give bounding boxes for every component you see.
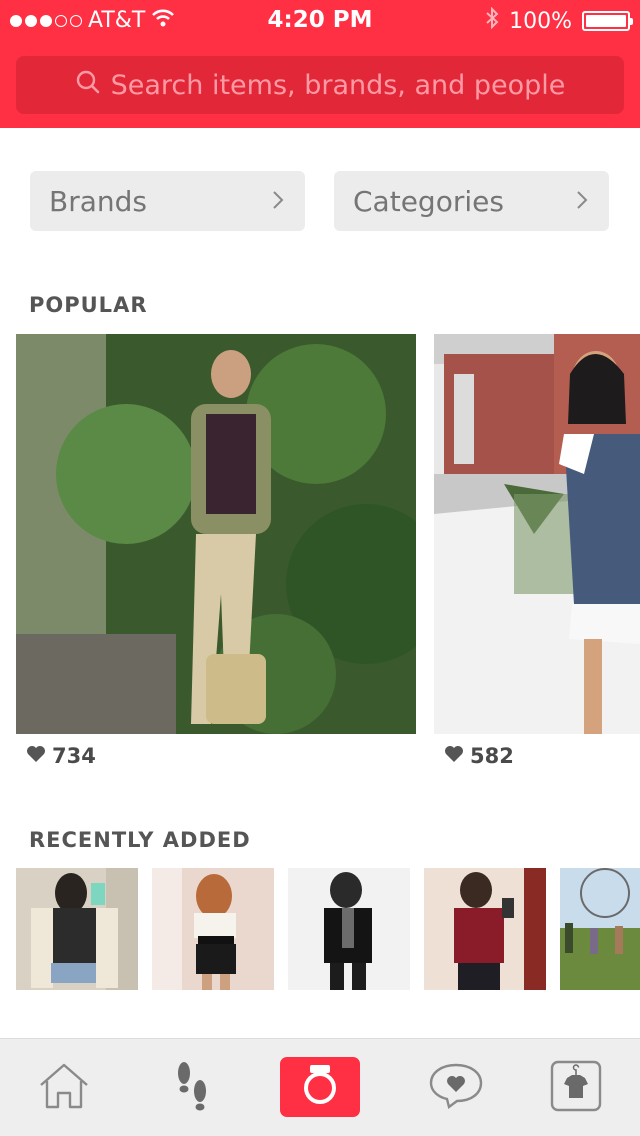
categories-label: Categories <box>353 184 504 218</box>
messages-tab[interactable] <box>416 1039 496 1136</box>
battery-percent: 100% <box>509 8 572 34</box>
recent-item-photo[interactable] <box>16 868 138 990</box>
recent-item-photo[interactable] <box>560 868 640 990</box>
popular-item-likes[interactable]: 734 <box>26 744 96 768</box>
heart-icon <box>444 744 464 768</box>
recent-item-photo[interactable] <box>424 868 546 990</box>
brands-label: Brands <box>49 184 147 218</box>
home-tab[interactable] <box>24 1039 104 1136</box>
camera-icon <box>290 1063 350 1111</box>
brands-button[interactable]: Brands <box>30 171 305 231</box>
bluetooth-icon <box>485 6 499 35</box>
popular-item-photo[interactable] <box>16 334 416 734</box>
search-icon <box>75 69 101 102</box>
home-icon <box>37 1061 91 1115</box>
battery-icon <box>582 11 633 31</box>
chevron-right-icon <box>575 184 589 219</box>
recent-item-photo[interactable] <box>152 868 274 990</box>
status-bar: AT&T 4:20 PM 100% <box>0 0 640 40</box>
header-bar: AT&T 4:20 PM 100% Search items, brands, … <box>0 0 640 128</box>
categories-button[interactable]: Categories <box>334 171 609 231</box>
footsteps-icon <box>172 1059 212 1117</box>
recently-added-section-title: RECENTLY ADDED <box>29 828 251 852</box>
popular-item-likes[interactable]: 582 <box>444 744 514 768</box>
chevron-right-icon <box>271 184 285 219</box>
closet-tab[interactable] <box>536 1039 616 1136</box>
popular-section-title: POPULAR <box>29 293 148 317</box>
likes-count: 582 <box>470 744 514 768</box>
chat-heart-icon <box>427 1061 485 1115</box>
likes-count: 734 <box>52 744 96 768</box>
activity-tab[interactable] <box>152 1039 232 1136</box>
closet-icon <box>550 1060 602 1116</box>
status-right: 100% <box>485 6 633 35</box>
camera-button[interactable] <box>280 1057 360 1117</box>
popular-item-photo[interactable] <box>434 334 640 734</box>
tab-bar <box>0 1038 640 1136</box>
search-input[interactable]: Search items, brands, and people <box>16 56 624 114</box>
recent-item-photo[interactable] <box>288 868 410 990</box>
heart-icon <box>26 744 46 768</box>
search-placeholder: Search items, brands, and people <box>110 69 566 101</box>
